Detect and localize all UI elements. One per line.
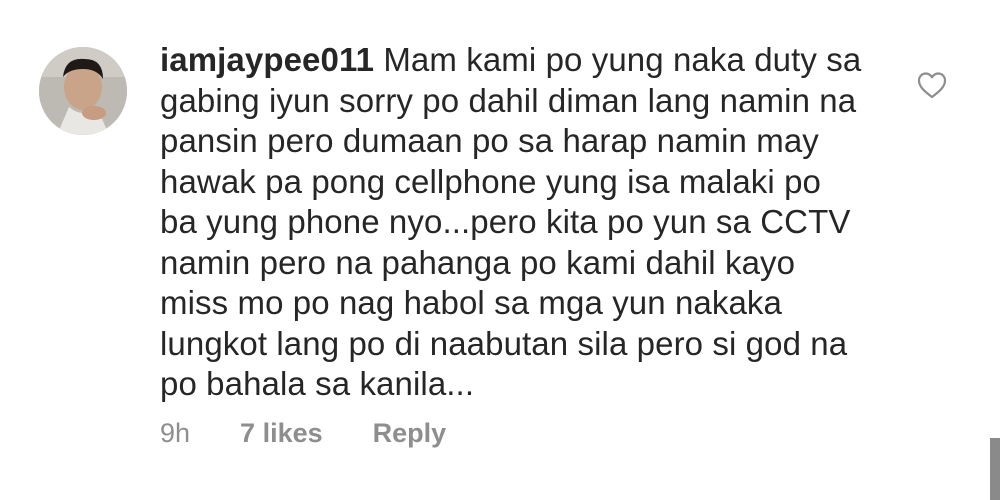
avatar[interactable]: [39, 47, 127, 135]
comment-item: iamjaypee011 Mam kami po yung naka duty …: [0, 0, 1000, 500]
comment-text: gabing iyun sorry po dahil diman lang na…: [160, 81, 857, 119]
comment-timestamp: 9h: [160, 418, 191, 448]
comment-text: hawak pa pong cellphone yung isa malaki …: [160, 162, 821, 200]
comment-text-block: iamjaypee011 Mam kami po yung naka duty …: [160, 40, 890, 405]
comment-text: lungkot lang po di naabutan sila pero si…: [160, 324, 848, 362]
comment-text: Mam kami po yung naka duty sa: [383, 41, 862, 78]
like-heart-glyph: [917, 72, 947, 99]
comment-line-1: iamjaypee011 Mam kami po yung naka duty …: [160, 40, 890, 81]
comment-text: ba yung phone nyo...pero kita po yun sa …: [160, 203, 851, 240]
heart-outline-icon[interactable]: [916, 70, 948, 100]
avatar-image: [39, 47, 127, 135]
comment-text: po bahala sa kanila...: [160, 365, 475, 402]
scrollbar[interactable]: [990, 438, 1000, 500]
reply-button[interactable]: Reply: [373, 418, 447, 449]
comment-text: pansin pero dumaan po sa harap namin may: [160, 122, 819, 159]
comment-text: namin pero na pahanga po kami dahil kayo: [160, 243, 796, 281]
comment-text: miss mo po nag habol sa mga yun nakaka: [160, 284, 782, 321]
comment-meta: 9h 7 likes Reply: [160, 418, 446, 449]
likes-count-link[interactable]: 7 likes: [240, 418, 323, 449]
username[interactable]: iamjaypee011: [160, 41, 374, 78]
